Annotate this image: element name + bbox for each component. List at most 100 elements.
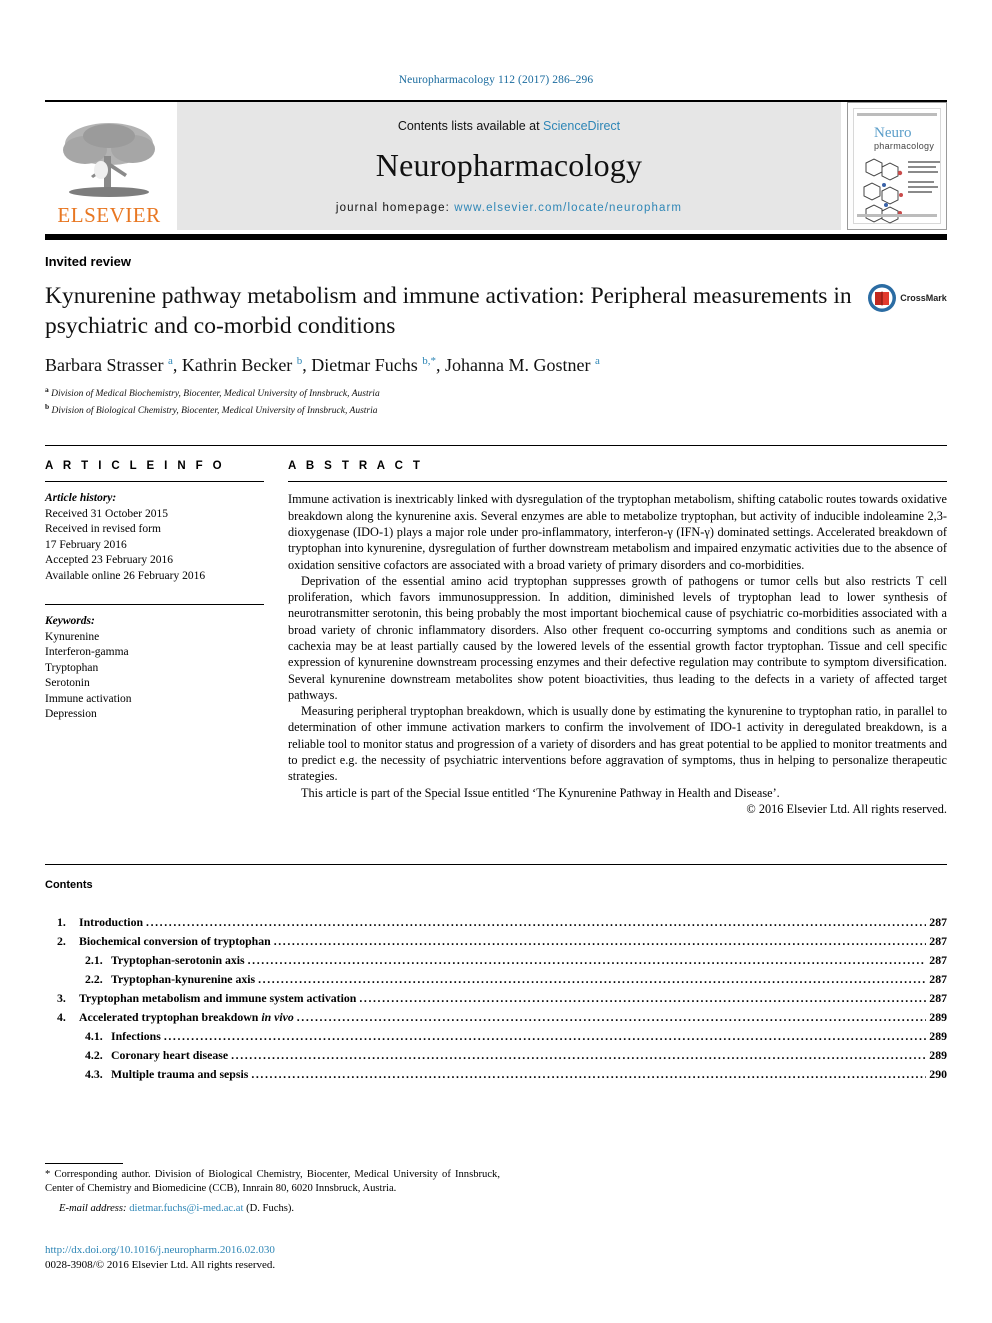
toc-number: 4.3. (85, 1066, 103, 1081)
toc-row[interactable]: 2. Biochemical conversion of tryptophan..… (45, 932, 947, 951)
crossmark-label: CrossMark (900, 293, 947, 303)
crossmark-badge-inner: CrossMark (867, 283, 947, 313)
toc-number: 3. (57, 990, 66, 1005)
contents-available-line: Contents lists available at ScienceDirec… (398, 119, 620, 133)
homepage-prefix: journal homepage: (335, 201, 455, 214)
journal-center-band: Contents lists available at ScienceDirec… (177, 102, 841, 230)
page-title: Kynurenine pathway metabolism and immune… (45, 283, 852, 339)
cover-top-bar (857, 113, 937, 116)
toc-dot-leader: ........................................… (273, 933, 927, 948)
affiliation-b: b Division of Biological Chemistry, Bioc… (45, 401, 947, 418)
footnote-rule (45, 1163, 123, 1164)
contents-heading: Contents (45, 878, 93, 891)
doi-block: http://dx.doi.org/10.1016/j.neuropharm.2… (45, 1243, 275, 1273)
toc-page-number: 289 (929, 1028, 947, 1043)
keyword-2: Tryptophan (45, 661, 99, 674)
toc-page-number: 290 (929, 1066, 947, 1081)
toc-page-number: 289 (929, 1009, 947, 1024)
toc-dot-leader: ........................................… (247, 952, 927, 967)
header-thick-rule (45, 234, 947, 240)
contents-prefix: Contents lists available at (397, 118, 544, 133)
toc-dot-leader: ........................................… (146, 914, 926, 929)
toc-row[interactable]: 4.1. Infections..........................… (45, 1027, 947, 1046)
history-line-0: Received 31 October 2015 (45, 507, 168, 520)
cover-bottom-bar (857, 214, 937, 217)
toc-dot-leader: ........................................… (296, 1009, 927, 1024)
toc-row[interactable]: 4.3. Multiple trauma and sepsis..........… (45, 1065, 947, 1084)
history-line-3: Accepted 23 February 2016 (45, 554, 174, 567)
toc-row[interactable]: 3. Tryptophan metabolism and immune syste… (45, 989, 947, 1008)
toc-number: 2. (57, 933, 66, 948)
journal-header-band: ELSEVIER Contents lists available at Sci… (45, 100, 947, 230)
doi-link[interactable]: http://dx.doi.org/10.1016/j.neuropharm.2… (45, 1243, 275, 1258)
cover-title-line1: Neuro (874, 125, 912, 141)
abstract-paragraph-2: Measuring peripheral tryptophan breakdow… (288, 704, 947, 784)
email-link[interactable]: dietmar.fuchs@i-med.ac.at (129, 1203, 243, 1214)
elsevier-logo: ELSEVIER (45, 102, 173, 230)
toc-page-number: 289 (929, 1047, 947, 1062)
toc-number: 2.2. (85, 971, 103, 986)
toc-page-number: 287 (929, 914, 947, 929)
info-abstract-section: A R T I C L E I N F O Article history: R… (45, 445, 947, 829)
toc-label: Multiple trauma and sepsis (111, 1066, 249, 1081)
toc-row[interactable]: 1. Introduction..........................… (45, 913, 947, 932)
keyword-0: Kynurenine (45, 630, 100, 643)
keywords-block: Keywords: Kynurenine Interferon-gamma Tr… (45, 604, 264, 723)
toc-label: Tryptophan-serotonin axis (111, 952, 245, 967)
toc-number: 4.1. (85, 1028, 103, 1043)
homepage-url-link[interactable]: www.elsevier.com/locate/neuropharm (454, 202, 682, 214)
toc-number: 4. (57, 1009, 66, 1024)
journal-homepage-line: journal homepage: www.elsevier.com/locat… (336, 202, 682, 214)
keyword-5: Depression (45, 708, 97, 721)
affiliation-text-a: Division of Medical Biochemistry, Biocen… (51, 389, 380, 400)
toc-dot-leader: ........................................… (359, 990, 926, 1005)
history-line-2: 17 February 2016 (45, 538, 127, 551)
elsevier-tree-icon (57, 118, 161, 204)
contents-top-rule (45, 863, 947, 865)
toc-number: 4.2. (85, 1047, 103, 1062)
abstract-copyright: © 2016 Elsevier Ltd. All rights reserved… (746, 801, 947, 816)
toc-label: Tryptophan metabolism and immune system … (79, 990, 357, 1005)
email-owner: (D. Fuchs). (246, 1203, 295, 1215)
running-head: Neuropharmacology 112 (2017) 286–296 (398, 74, 594, 86)
affiliation-text-b: Division of Biological Chemistry, Biocen… (51, 405, 378, 416)
toc-row[interactable]: 4.2. Coronary heart disease..............… (45, 1046, 947, 1065)
toc-label: Introduction (79, 914, 144, 929)
toc-page-number: 287 (929, 933, 947, 948)
article-info-column: A R T I C L E I N F O Article history: R… (45, 460, 288, 829)
sciencedirect-link[interactable]: ScienceDirect (543, 119, 620, 133)
toc-row[interactable]: 4. Accelerated tryptophan breakdown in vi… (45, 1008, 947, 1027)
keyword-4: Immune activation (45, 692, 132, 705)
toc-dot-leader: ........................................… (251, 1066, 926, 1081)
toc-row[interactable]: 2.1. Tryptophan-serotonin axis...........… (45, 951, 947, 970)
keywords-label: Keywords: (45, 615, 95, 628)
affiliation-mark-a: a (45, 385, 49, 394)
journal-cover-thumbnail[interactable]: Neuro pharmacology (847, 102, 947, 230)
toc-number: 1. (57, 914, 66, 929)
journal-title: Neuropharmacology (375, 146, 643, 183)
footnote-block: * Corresponding author. Division of Biol… (45, 1168, 500, 1216)
toc-label: Infections (111, 1028, 161, 1043)
toc-dot-leader: ........................................… (163, 1028, 927, 1043)
affiliation-a: a Division of Medical Biochemistry, Bioc… (45, 384, 947, 401)
abstract-paragraph-1: Deprivation of the essential amino acid … (288, 573, 947, 702)
abstract-paragraph-0: Immune activation is inextricably linked… (288, 492, 947, 572)
article-history-label: Article history: (45, 492, 117, 505)
toc-label: Coronary heart disease (111, 1047, 229, 1062)
crossmark-badge[interactable]: CrossMark (867, 283, 947, 313)
toc-page-number: 287 (929, 952, 947, 967)
article-info-rule (45, 481, 264, 483)
toc-label: Accelerated tryptophan breakdown in vivo (79, 1009, 294, 1024)
toc-number: 2.1. (85, 952, 103, 967)
crossmark-icon (868, 284, 897, 312)
cover-title-line2: pharmacology (874, 141, 935, 151)
article-info-heading: A R T I C L E I N F O (45, 460, 226, 473)
toc-label: Tryptophan-kynurenine axis (111, 971, 256, 986)
corresponding-author-note: * Corresponding author. Division of Biol… (45, 1169, 500, 1194)
abstract-rule (288, 481, 947, 483)
toc-row[interactable]: 2.2. Tryptophan-kynurenine axis..........… (45, 970, 947, 989)
affiliation-list: a Division of Medical Biochemistry, Bioc… (45, 384, 947, 417)
history-line-1: Received in revised form (45, 523, 161, 536)
article-type-label: Invited review (45, 254, 131, 269)
abstract-paragraph-3: This article is part of the Special Issu… (301, 785, 780, 800)
